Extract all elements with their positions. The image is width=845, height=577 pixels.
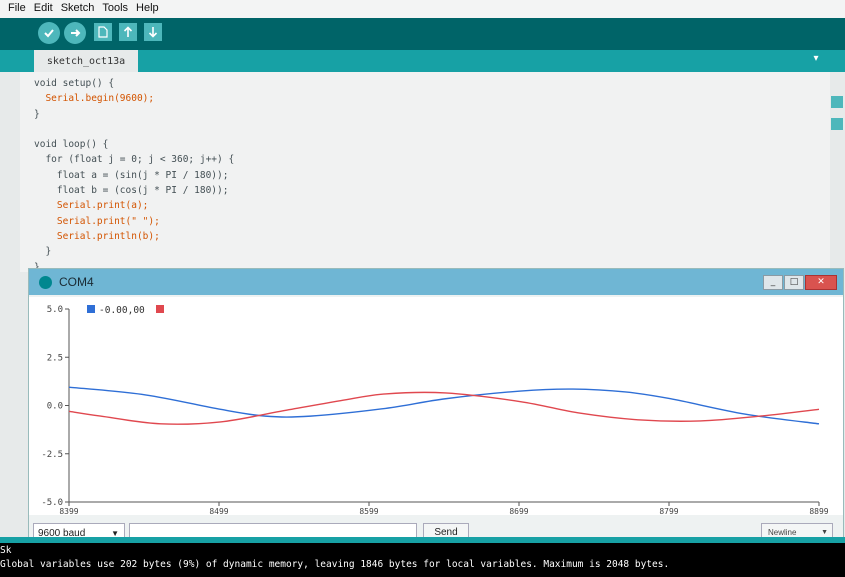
code-line: Serial.print(" "); [34,215,160,227]
code-text[interactable]: void setup() { Serial.begin(9600); } voi… [34,76,234,275]
upload-button[interactable] [64,22,86,44]
y-tick-label: 2.5 [47,353,63,363]
console-line: Global variables use 202 bytes (9%) of d… [0,559,670,570]
maximize-button[interactable]: □ [784,275,804,290]
x-tick-label: 8599 [359,507,378,515]
plot-area: 5.0 2.5 0.0 -2.5 -5.0 8399 8499 8599 8699 8799 889… [29,297,843,516]
code-line: Serial.begin(9600); [34,93,155,105]
console-line: Sk [0,545,12,556]
serial-plotter-window: COM4 _ □ ✕ 5.0 2.5 0.0 -2.5 -5.0 8399 8499 8599… [28,268,844,558]
plot-legend: -0.00,00 [87,305,164,316]
arrow-right-icon [71,29,81,37]
x-tick-label: 8399 [59,507,78,515]
toolbar [0,18,845,50]
close-button[interactable]: ✕ [805,275,837,290]
arrow-up-icon [123,26,133,37]
arrow-down-icon [148,27,158,38]
series-line-1 [68,391,820,425]
menu-bar: File Edit Sketch Tools Help [0,0,845,18]
side-scroll-up-button[interactable] [831,96,843,108]
code-line: } [34,108,40,120]
legend-text: -0.00,00 [99,305,145,316]
y-tick-label: -2.5 [41,450,63,460]
y-tick-label: 5.0 [47,305,63,315]
side-scroll-down-button[interactable] [831,118,843,130]
line-ending-label: Newline [768,528,797,537]
menu-tools[interactable]: Tools [102,2,128,14]
x-tick-label: 8499 [209,507,228,515]
arduino-ide-window: File Edit Sketch Tools Help sketch_oct13a ▾ … [0,0,845,577]
y-tick-label: 0.0 [47,402,63,412]
plot-svg: 5.02.50.0-2.5-5.08399 8499 8599 8699 8799 889… [41,305,829,516]
code-line: Serial.print(a); [34,200,149,212]
verify-button[interactable] [38,22,60,44]
x-tick-label: 8899 [809,507,828,515]
code-line: void setup() { [34,78,115,89]
check-icon [44,29,54,38]
code-line: float b = (cos(j * PI / 180)); [34,185,229,197]
legend-swatch-red [156,305,164,313]
plot-axes: 5.02.50.0-2.5-5.08399 8499 8599 8699 8799 889… [41,305,829,516]
code-line: Serial.println(b); [34,230,160,242]
tab-menu-icon[interactable]: ▾ [809,53,823,67]
new-button[interactable] [94,23,112,41]
minimize-button[interactable]: _ [763,275,783,290]
legend-swatch-blue [87,305,95,313]
menu-sketch[interactable]: Sketch [61,2,95,14]
file-icon [98,26,108,38]
menu-edit[interactable]: Edit [34,2,53,14]
arduino-logo-icon [39,276,52,289]
code-line: void loop() { [34,139,109,151]
tab-sketch[interactable]: sketch_oct13a [34,50,138,72]
console-output: Sk Global variables use 202 bytes (9%) o… [0,543,845,577]
save-button[interactable] [144,23,162,41]
code-line: } [34,246,52,258]
x-tick-label: 8699 [509,507,528,515]
plotter-title-bar[interactable]: COM4 _ □ ✕ [29,269,843,295]
menu-help[interactable]: Help [136,2,159,14]
code-line: float a = (sin(j * PI / 180)); [34,169,229,181]
open-button[interactable] [119,23,137,41]
code-line: for (float j = 0; j < 360; j++) { [34,154,235,166]
menu-file[interactable]: File [8,2,26,14]
plot-lines [68,386,820,425]
x-tick-label: 8799 [659,507,678,515]
plotter-title: COM4 [59,275,94,289]
